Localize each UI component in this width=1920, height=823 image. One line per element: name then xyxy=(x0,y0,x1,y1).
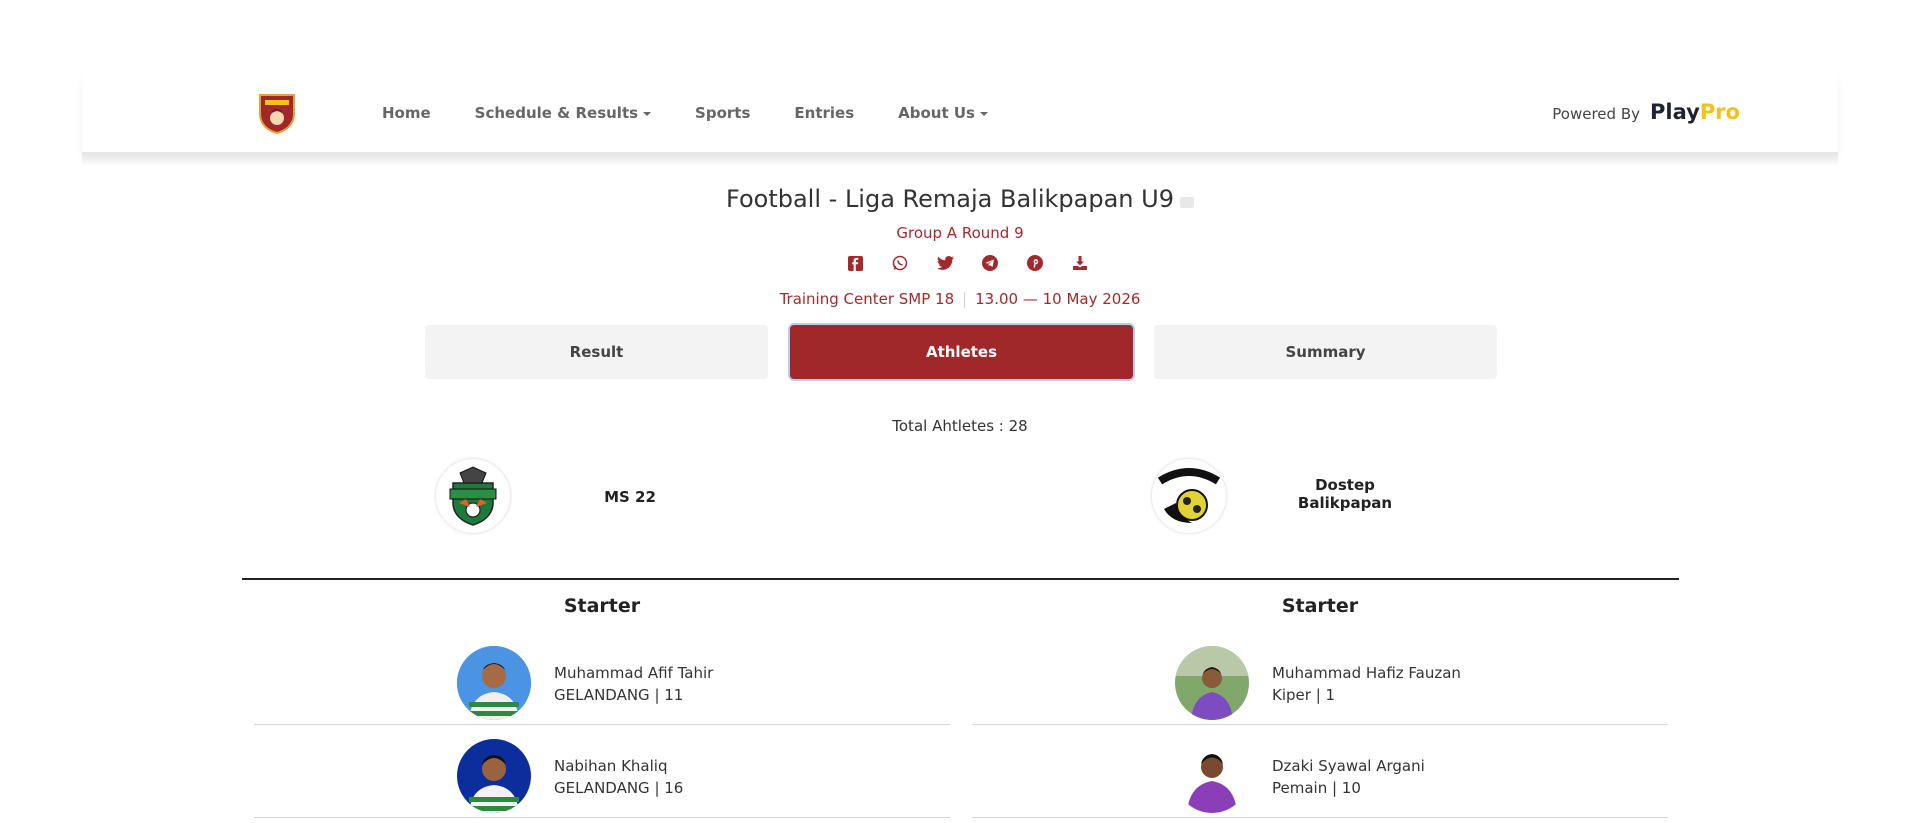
match-datetime: 13.00 — 10 May 2026 xyxy=(975,290,1141,308)
tab-summary[interactable]: Summary xyxy=(1154,325,1497,379)
player-name: Dzaki Syawal Argani xyxy=(1272,757,1425,775)
whatsapp-icon[interactable] xyxy=(890,254,910,272)
playpro-logo: PlayPro xyxy=(1650,100,1740,124)
share-bar xyxy=(845,254,1090,272)
lineup-divider xyxy=(242,578,1679,580)
player-avatar xyxy=(1175,646,1249,720)
player-avatar xyxy=(1175,739,1249,813)
tab-result[interactable]: Result xyxy=(425,325,768,379)
nav-schedule-results-label: Schedule & Results xyxy=(474,104,639,122)
site-logo[interactable] xyxy=(257,92,297,135)
tab-athletes[interactable]: Athletes xyxy=(790,325,1133,379)
navbar: Home Schedule & Results Sports Entries A… xyxy=(82,72,1838,166)
away-team-logo xyxy=(1152,459,1226,533)
away-team-name-line2: Balikpapan xyxy=(1297,494,1393,512)
player-name: Muhammad Afif Tahir xyxy=(554,664,714,682)
facebook-icon[interactable] xyxy=(845,254,865,272)
player-role: GELANDANG | 16 xyxy=(554,779,684,797)
player-role: Kiper | 1 xyxy=(1272,686,1336,704)
venue-separator xyxy=(964,291,966,308)
event-title: Football - Liga Remaja Balikpapan U9 xyxy=(726,185,1174,213)
powered-by-label: Powered By xyxy=(1552,105,1640,123)
brand-pro: Pro xyxy=(1699,100,1740,124)
event-round: Group A Round 9 xyxy=(896,224,1024,242)
player-avatar xyxy=(457,646,531,720)
pinterest-icon[interactable] xyxy=(1025,254,1045,272)
player-role: GELANDANG | 11 xyxy=(554,686,684,704)
home-player-row[interactable]: Nabihan Khaliq GELANDANG | 16 xyxy=(254,725,950,818)
away-team-name: Dostep Balikpapan xyxy=(1290,476,1400,512)
event-title-wrap: Football - Liga Remaja Balikpapan U9 xyxy=(0,185,1920,213)
home-team-logo xyxy=(436,459,510,533)
download-icon[interactable] xyxy=(1070,254,1090,272)
brand-play: Play xyxy=(1650,100,1700,124)
caret-down-icon xyxy=(979,111,988,116)
powered-by[interactable]: Powered By PlayPro xyxy=(1552,100,1740,124)
home-starter-title: Starter xyxy=(563,595,641,617)
nav-entries[interactable]: Entries xyxy=(794,104,854,122)
venue-name: Training Center SMP 18 xyxy=(779,290,955,308)
nav-sports[interactable]: Sports xyxy=(695,104,750,122)
match-tabs: Result Athletes Summary xyxy=(425,325,1497,379)
away-starter-title: Starter xyxy=(1281,595,1359,617)
telegram-icon[interactable] xyxy=(980,254,1000,272)
home-team-name: MS 22 xyxy=(604,488,656,506)
nav-about-us[interactable]: About Us xyxy=(898,104,988,122)
nav-schedule-results[interactable]: Schedule & Results xyxy=(474,104,652,122)
player-avatar xyxy=(457,739,531,813)
nav-about-us-label: About Us xyxy=(898,104,975,122)
flag-icon xyxy=(1179,197,1194,208)
venue-info: Training Center SMP 18 13.00 — 10 May 202… xyxy=(0,290,1920,308)
player-name: Nabihan Khaliq xyxy=(554,757,668,775)
player-role: Pemain | 10 xyxy=(1272,779,1361,797)
away-team-name-line1: Dostep xyxy=(1315,476,1375,494)
caret-down-icon xyxy=(643,111,652,116)
away-player-row[interactable]: Dzaki Syawal Argani Pemain | 10 xyxy=(972,725,1668,818)
total-athletes: Total Ahtletes : 28 xyxy=(892,417,1028,435)
away-player-row[interactable]: Muhammad Hafiz Fauzan Kiper | 1 xyxy=(972,632,1668,725)
player-name: Muhammad Hafiz Fauzan xyxy=(1272,664,1461,682)
home-player-row[interactable]: Muhammad Afif Tahir GELANDANG | 11 xyxy=(254,632,950,725)
main-nav: Home Schedule & Results Sports Entries A… xyxy=(382,104,1032,122)
twitter-icon[interactable] xyxy=(935,254,955,272)
nav-home[interactable]: Home xyxy=(382,104,431,122)
